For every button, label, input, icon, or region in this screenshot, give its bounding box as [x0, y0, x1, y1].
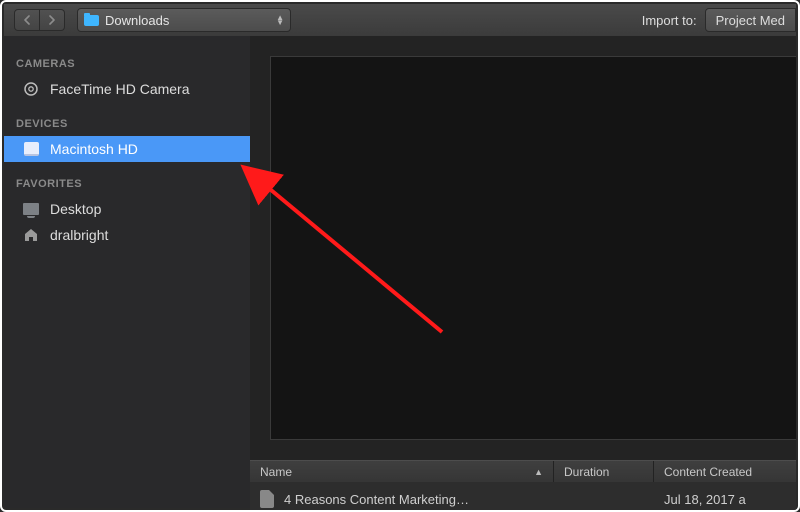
- main-panel: Name ▲ Duration Content Created 4 Reason…: [250, 36, 796, 508]
- column-header-label: Content Created: [664, 465, 752, 479]
- sidebar-item-label: Desktop: [50, 201, 101, 217]
- import-window: Downloads ▲▼ Import to: Project Med CAME…: [0, 0, 800, 512]
- import-to-label: Import to:: [642, 13, 697, 28]
- import-target-dropdown[interactable]: Project Med: [705, 8, 796, 32]
- sidebar-item-label: Macintosh HD: [50, 141, 138, 157]
- sidebar-item-label: dralbright: [50, 227, 108, 243]
- section-header-cameras: CAMERAS: [4, 36, 250, 76]
- section-header-favorites: FAVORITES: [4, 162, 250, 196]
- hd-icon: [22, 141, 40, 157]
- column-header-duration[interactable]: Duration: [554, 461, 654, 483]
- toolbar: Downloads ▲▼ Import to: Project Med: [4, 4, 796, 37]
- sidebar-item-desktop[interactable]: Desktop: [4, 196, 250, 222]
- sidebar: CAMERAS FaceTime HD Camera DEVICES Macin…: [4, 36, 250, 508]
- column-header-label: Name: [260, 465, 292, 479]
- desktop-icon: [22, 201, 40, 217]
- camera-icon: [22, 81, 40, 97]
- path-current-label: Downloads: [105, 13, 169, 28]
- forward-button[interactable]: [40, 9, 65, 31]
- preview-area: [270, 56, 796, 440]
- file-content-created: Jul 18, 2017 a: [664, 492, 746, 507]
- folder-icon: [84, 15, 99, 26]
- file-name: 4 Reasons Content Marketing…: [284, 492, 469, 507]
- sort-ascending-icon: ▲: [534, 467, 543, 477]
- nav-buttons: [14, 9, 65, 31]
- table-header: Name ▲ Duration Content Created: [250, 460, 796, 484]
- table-row[interactable]: 4 Reasons Content Marketing… Jul 18, 201…: [250, 482, 796, 512]
- stepper-icon: ▲▼: [276, 15, 284, 25]
- import-target-label: Project Med: [716, 13, 785, 28]
- sidebar-item-facetime-camera[interactable]: FaceTime HD Camera: [4, 76, 250, 102]
- document-icon: [260, 490, 274, 508]
- sidebar-item-label: FaceTime HD Camera: [50, 81, 190, 97]
- home-icon: [22, 227, 40, 243]
- sidebar-item-home[interactable]: dralbright: [4, 222, 250, 248]
- sidebar-item-macintosh-hd[interactable]: Macintosh HD: [4, 136, 250, 162]
- column-header-content-created[interactable]: Content Created: [654, 461, 796, 483]
- section-header-devices: DEVICES: [4, 102, 250, 136]
- column-header-label: Duration: [564, 465, 609, 479]
- back-button[interactable]: [14, 9, 40, 31]
- path-dropdown[interactable]: Downloads ▲▼: [77, 8, 291, 32]
- column-header-name[interactable]: Name ▲: [250, 461, 554, 483]
